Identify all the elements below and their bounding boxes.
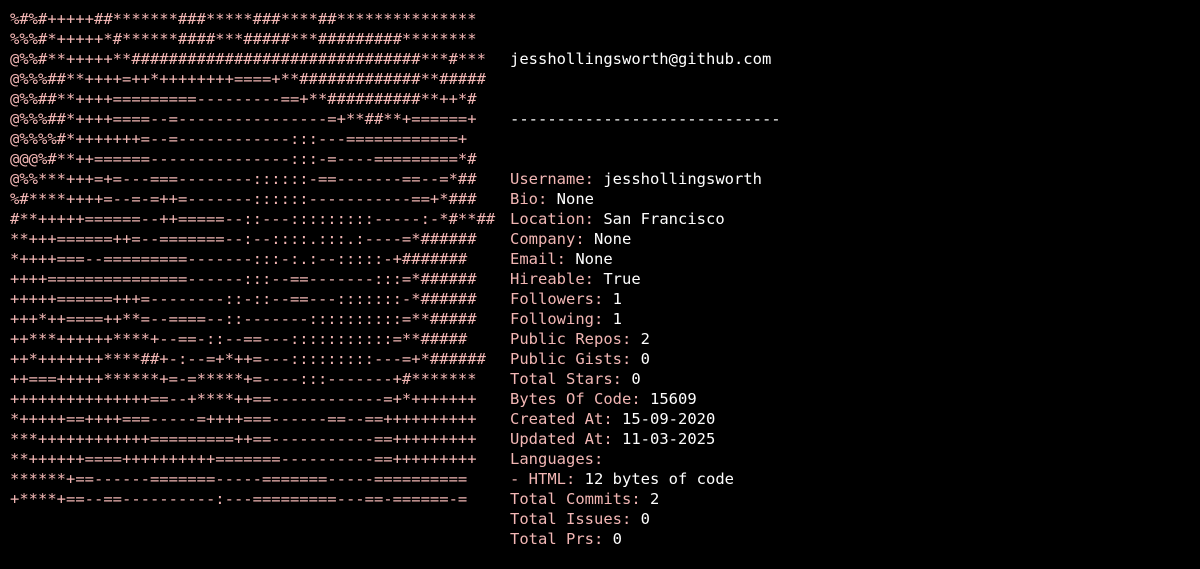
ascii-art-line: ++***++++++****+--==-::--==---::::::::::… <box>10 330 468 348</box>
field-value: 0 <box>612 530 623 548</box>
field-label: Bio: <box>510 190 548 208</box>
profile-field-row: Total Prs: 0 <box>510 529 781 549</box>
profile-field-row: Followers: 1 <box>510 289 781 309</box>
field-value: 1 <box>612 290 623 308</box>
field-label: Updated At: <box>510 430 613 448</box>
field-label: Username: <box>510 170 594 188</box>
field-value: San Francisco <box>603 210 725 228</box>
ascii-art-line: *+++++==++++===-----=++++===------==--==… <box>10 410 477 428</box>
profile-field-row: Updated At: 11-03-2025 <box>510 429 781 449</box>
profile-field-row: Created At: 15-09-2020 <box>510 409 781 429</box>
field-value: 11-03-2025 <box>622 430 716 448</box>
field-label: Total Stars: <box>510 370 622 388</box>
field-value: True <box>603 270 641 288</box>
field-label: Public Repos: <box>510 330 632 348</box>
profile-field-row: Bytes Of Code: 15609 <box>510 389 781 409</box>
ascii-art-line: @%%%##**++++=++*++++++++====+**#########… <box>10 70 486 88</box>
ascii-art-line: @%%%##*++++====--=----------------=+**##… <box>10 110 477 128</box>
profile-field-row: Bio: None <box>510 189 781 209</box>
profile-field-row: Total Issues: 0 <box>510 509 781 529</box>
field-label: Total Prs: <box>510 530 604 548</box>
profile-field-row: Email: None <box>510 249 781 269</box>
field-value: None <box>575 250 613 268</box>
ascii-art-line: ******+==------=======-----=======-----=… <box>10 470 468 488</box>
field-label: Bytes Of Code: <box>510 390 641 408</box>
profile-field-row: Hireable: True <box>510 269 781 289</box>
profile-fields: Username: jesshollingsworth Bio: None Loca… <box>510 169 781 549</box>
field-label: Following: <box>510 310 604 328</box>
ascii-art-line: %#****++++=--=-=++=-------::::::--------… <box>10 190 477 208</box>
profile-field-row: - HTML: 12 bytes of code <box>510 469 781 489</box>
field-label: Languages: <box>510 450 604 468</box>
field-value: 15-09-2020 <box>622 410 716 428</box>
field-label: Email: <box>510 250 566 268</box>
profile-field-row: Public Gists: 0 <box>510 349 781 369</box>
field-label: Hireable: <box>510 270 594 288</box>
field-value: 0 <box>631 370 641 388</box>
profile-field-row: Username: jesshollingsworth <box>510 169 781 189</box>
field-value: 2 <box>640 330 651 348</box>
field-value: 0 <box>640 350 651 368</box>
ascii-art-line: *++++===--=========-------:::-:.:--:::::… <box>10 250 468 268</box>
ascii-art-line: **++++++====++++++++++=======----------=… <box>10 450 477 468</box>
ascii-art-line: ++*+++++++****##+-:--=+*++=---:::::::::-… <box>10 350 486 368</box>
ascii-art-line: @@@%#**++======---------------:::-=----=… <box>10 150 477 168</box>
ascii-art-line: **+++======++=--=======--:--::::.:::.:--… <box>10 230 477 248</box>
profile-field-row: Location: San Francisco <box>510 209 781 229</box>
profile-field-row: Languages: <box>510 449 781 469</box>
profile-field-row: Total Commits: 2 <box>510 489 781 509</box>
field-label: Total Issues: <box>510 510 632 528</box>
profile-field-row: Following: 1 <box>510 309 781 329</box>
ascii-art-line: +++*++====++**=--====--::-------::::::::… <box>10 310 477 328</box>
ascii-art-line: ++++===============------:::--==-------:… <box>10 270 477 288</box>
field-value: 0 <box>640 510 651 528</box>
field-value: 12 bytes of code <box>584 470 734 488</box>
field-label: Created At: <box>510 410 613 428</box>
field-value: 1 <box>612 310 623 328</box>
field-label: Public Gists: <box>510 350 632 368</box>
field-label: Location: <box>510 210 594 228</box>
profile-field-row: Total Stars: 0 <box>510 369 781 389</box>
header-divider: ----------------------------- <box>510 110 781 128</box>
ascii-art-line: ***++++++++++++=========++==-----------=… <box>10 430 477 448</box>
ascii-art-line: +****+==--==----------:---=========---==… <box>10 490 468 508</box>
ascii-art-line: +++++======+++=--------::-::--==---:::::… <box>10 290 477 308</box>
field-value: jesshollingsworth <box>603 170 762 188</box>
ascii-art-line: +++++++++++++++==--+****++==------------… <box>10 390 477 408</box>
ascii-art-line: @%%%%#*+++++++=--=------------:::---====… <box>10 130 468 148</box>
field-label: Followers: <box>510 290 604 308</box>
profile-header: jesshollingsworth@github.com <box>510 50 772 68</box>
field-value: None <box>594 230 632 248</box>
profile-field-row: Public Repos: 2 <box>510 329 781 349</box>
field-value: None <box>556 190 594 208</box>
ascii-art-line: ++===+++++******+=-=*****+=----:::------… <box>10 370 477 388</box>
ascii-art-line: @%%#**+++++**###########################… <box>10 50 486 68</box>
ascii-art-line: @%%***+++=+=---===--------::::::-==-----… <box>10 170 477 188</box>
profile-field-row: Company: None <box>510 229 781 249</box>
field-value: 15609 <box>650 390 697 408</box>
field-label: Total Commits: <box>510 490 641 508</box>
field-value: 2 <box>650 490 660 508</box>
ascii-art-line: %%%#*+++++*#******####***#####***#######… <box>10 30 477 48</box>
field-label: Company: <box>510 230 585 248</box>
ascii-art-line: %#%#+++++##*******###*****###****##*****… <box>10 10 477 28</box>
profile-info-panel: jesshollingsworth@github.com -----------… <box>510 9 781 569</box>
ascii-avatar-art: %#%#+++++##*******###*****###****##*****… <box>10 9 495 509</box>
field-label: - HTML: <box>510 470 576 488</box>
ascii-art-line: #**+++++======--++=====--::---:::::::::-… <box>10 210 496 228</box>
ascii-art-line: @%%##**++++=========---------==+**######… <box>10 90 477 108</box>
